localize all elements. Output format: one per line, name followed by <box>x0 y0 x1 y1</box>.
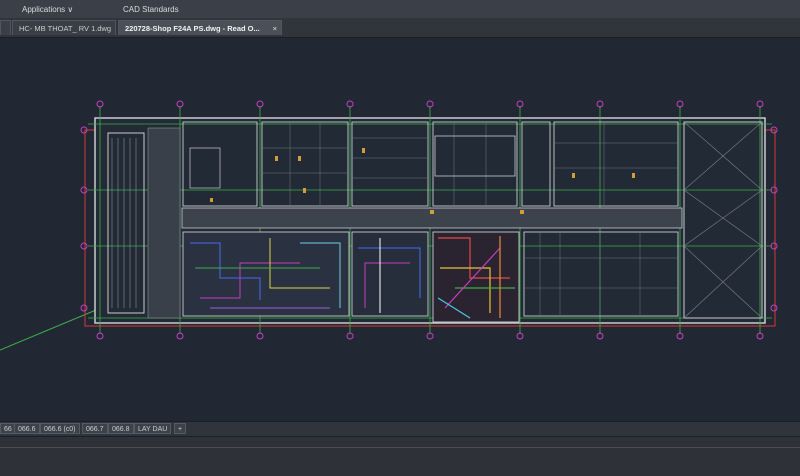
menu-applications[interactable]: Applications ∨ <box>22 4 73 16</box>
menu-applications-label: Applications <box>22 5 66 14</box>
menu-cad-standards[interactable]: CAD Standards <box>123 4 179 16</box>
menu-bar: Applications ∨ CAD Standards <box>0 0 800 19</box>
lower-left-room <box>182 231 350 317</box>
status-divider <box>0 447 800 448</box>
layout-tab-066-6[interactable]: 066.6 <box>14 423 40 434</box>
drawing-viewport[interactable] <box>0 38 800 421</box>
chevron-down-icon: ∨ <box>67 5 74 14</box>
layout-tab-bar: 66 066.6 066.6 (c0) 066.7 066.8 LAY DAU … <box>0 421 800 436</box>
tab-hc-mb-thoat[interactable]: HC- MB THOAT_ RV 1.dwg <box>12 20 116 35</box>
status-bar <box>0 436 800 476</box>
lower-mid-room <box>351 231 429 317</box>
layout-tab-lay-dau[interactable]: LAY DAU <box>134 423 172 434</box>
lower-color-room <box>432 231 520 323</box>
tab-active-label: 220728-Shop F24A PS.dwg - Read O... <box>125 24 260 33</box>
layout-tab-066-7[interactable]: 066.7 <box>82 423 108 434</box>
layout-tab-066-6-c0[interactable]: 066.6 (c0) <box>40 423 80 434</box>
tab-shop-drawing-active[interactable]: 220728-Shop F24A PS.dwg - Read O... × <box>118 20 282 35</box>
tab-previous-document[interactable] <box>0 20 11 35</box>
left-hatch-zone <box>147 127 181 319</box>
close-icon[interactable]: × <box>273 21 277 36</box>
document-tab-bar: HC- MB THOAT_ RV 1.dwg 220728-Shop F24A … <box>0 18 800 38</box>
add-layout-icon[interactable]: + <box>174 423 187 434</box>
layout-tab-066-8[interactable]: 066.8 <box>108 423 134 434</box>
cad-drawing-canvas[interactable] <box>0 38 800 421</box>
